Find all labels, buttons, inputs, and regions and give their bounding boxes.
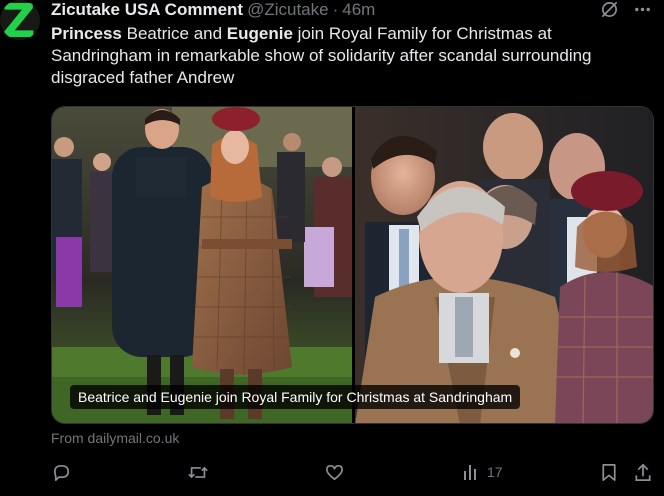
views-button[interactable]: 17: [461, 462, 503, 482]
separator: ·: [332, 0, 339, 19]
views-count: 17: [487, 464, 503, 480]
author-name[interactable]: Zicutake USA Comment: [51, 0, 243, 20]
tweet-text-bold-eugenie: Eugenie: [226, 24, 293, 43]
tweet-header: Zicutake USA Comment @Zicutake · 46m: [51, 0, 375, 20]
link-card-media[interactable]: Beatrice and Eugenie join Royal Family f…: [51, 106, 654, 424]
more-icon[interactable]: [633, 0, 652, 19]
photo-left: [52, 107, 352, 423]
tweet-top-actions: [600, 0, 652, 19]
share-icon: [633, 462, 653, 483]
grok-icon[interactable]: [600, 0, 619, 19]
timestamp[interactable]: 46m: [342, 0, 375, 20]
tweet-actions-bar: 17: [51, 462, 656, 484]
avatar-logo: Z: [2, 0, 36, 40]
reply-icon: [51, 462, 72, 483]
share-button[interactable]: [633, 462, 653, 483]
views-icon: [461, 462, 481, 482]
tweet-text-part-1: Beatrice and: [121, 24, 227, 43]
retweet-button[interactable]: [187, 462, 209, 483]
reply-button[interactable]: [51, 462, 72, 483]
tweet-text-bold-princess: Princess: [51, 24, 122, 43]
avatar[interactable]: Z: [0, 0, 40, 40]
link-source[interactable]: From dailymail.co.uk: [51, 430, 179, 446]
tweet-text: Princess Beatrice and Eugenie join Royal…: [51, 23, 651, 89]
photo-right: [355, 107, 653, 423]
like-icon: [324, 462, 345, 483]
bookmark-button[interactable]: [599, 462, 619, 483]
bookmark-icon: [599, 462, 619, 483]
media-caption: Beatrice and Eugenie join Royal Family f…: [70, 385, 521, 409]
author-handle[interactable]: @Zicutake: [247, 0, 329, 20]
like-button[interactable]: [324, 462, 345, 483]
retweet-icon: [187, 462, 209, 483]
